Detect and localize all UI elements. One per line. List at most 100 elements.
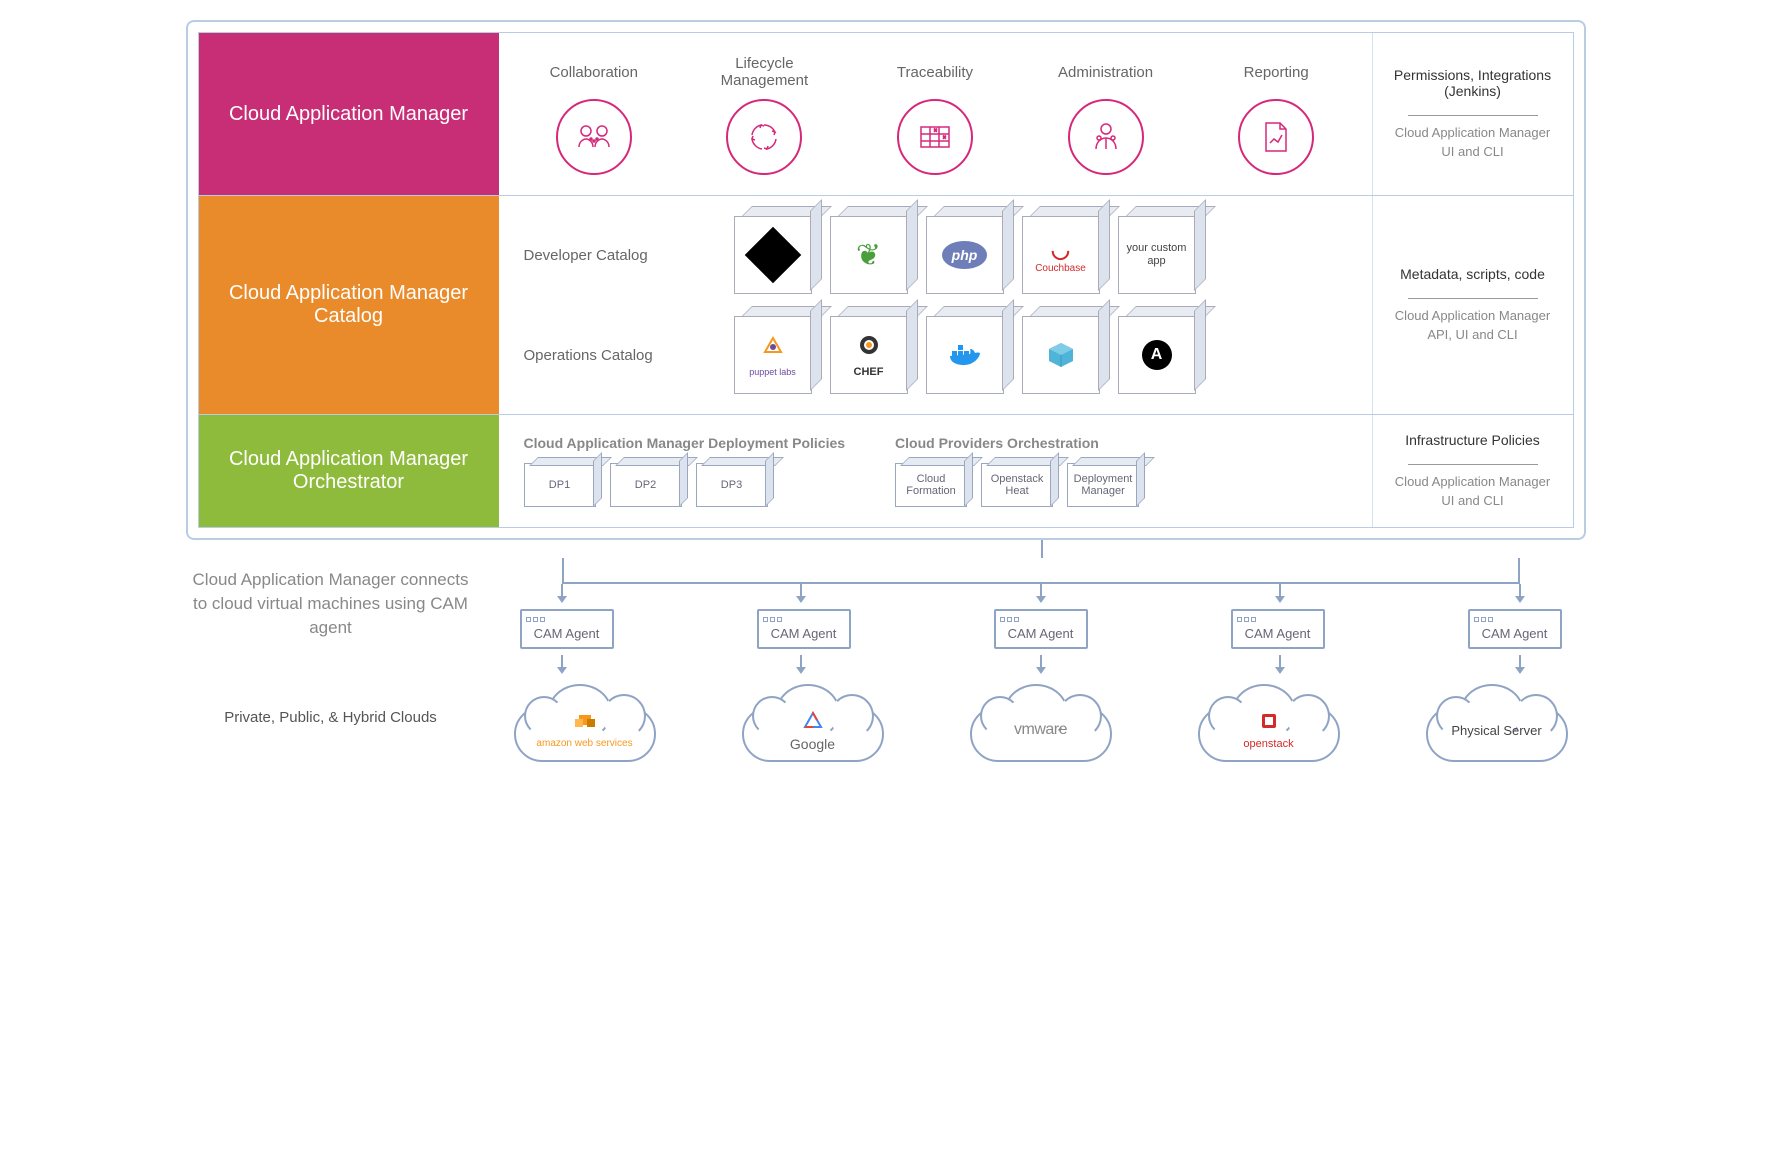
provider-box-heat: Openstack Heat	[981, 463, 1053, 507]
feature-reporting: Reporting	[1211, 53, 1341, 175]
agent-to-cloud-arrows	[556, 655, 1526, 674]
bottom-right: CAM Agent CAM Agent CAM Agent CAM Agent …	[496, 558, 1586, 762]
bottom-left-sub: Private, Public, & Hybrid Clouds	[186, 709, 476, 726]
arrow-down-icon	[1515, 667, 1525, 674]
chef-icon	[854, 333, 884, 366]
svg-text:×: ×	[934, 128, 937, 134]
sidebar-divider	[1408, 115, 1538, 116]
vmware-label: vmware	[1014, 721, 1067, 739]
sidebar-sub: Cloud Application Manager API, UI and CL…	[1388, 307, 1558, 343]
row-cam-content: Collaboration Lifecycle Management Trace…	[499, 33, 1373, 195]
sidebar-title: Metadata, scripts, code	[1388, 266, 1558, 282]
main-frame: Cloud Application Manager Collaboration …	[186, 20, 1586, 540]
row-cam: Cloud Application Manager Collaboration …	[198, 32, 1574, 196]
couchbase-icon: Couchbase	[1035, 237, 1086, 274]
ansible-icon	[1142, 340, 1172, 370]
agents-row: CAM Agent CAM Agent CAM Agent CAM Agent …	[520, 609, 1562, 649]
custom-app-label: your custom app	[1119, 238, 1195, 272]
php-icon: php	[942, 241, 988, 269]
google-icon	[799, 709, 827, 734]
developer-catalog-row: Developer Catalog ❦ php Couchbase your c…	[524, 216, 1347, 294]
catalog-box-docker	[926, 316, 1004, 394]
diagram-root: Cloud Application Manager Collaboration …	[186, 20, 1586, 762]
administration-icon	[1068, 99, 1144, 175]
arrow-down-icon	[1515, 596, 1525, 603]
cam-agent-box: CAM Agent	[520, 609, 614, 649]
mongodb-icon: ❦	[856, 238, 881, 273]
row-catalog-sidebar: Metadata, scripts, code Cloud Applicatio…	[1373, 196, 1573, 414]
feature-label: Lifecycle Management	[699, 53, 829, 91]
arrow-down-icon	[1036, 667, 1046, 674]
connector-up-line	[1041, 540, 1043, 558]
catalog-box-package	[1022, 316, 1100, 394]
git-icon	[744, 227, 801, 284]
arrow-down-icon	[557, 596, 567, 603]
clouds-row: amazon web services Google vmware openst…	[506, 680, 1576, 762]
catalog-box-git	[734, 216, 812, 294]
row-orchestrator-content: Cloud Application Manager Deployment Pol…	[499, 415, 1373, 527]
aws-icon	[571, 711, 599, 736]
arrow-down-icon	[1275, 596, 1285, 603]
deployment-policies-title: Cloud Application Manager Deployment Pol…	[524, 435, 846, 451]
cam-agent-box: CAM Agent	[757, 609, 851, 649]
feature-label: Collaboration	[529, 53, 659, 91]
sidebar-sub: Cloud Application Manager UI and CLI	[1388, 124, 1558, 160]
operations-catalog-label: Operations Catalog	[524, 347, 714, 364]
lifecycle-icon	[726, 99, 802, 175]
feature-administration: Administration	[1041, 53, 1171, 175]
feature-collaboration: Collaboration	[529, 53, 659, 175]
cloud-aws: amazon web services	[506, 680, 664, 762]
catalog-box-custom-app: your custom app	[1118, 216, 1196, 294]
row-orchestrator-label: Cloud Application Manager Orchestrator	[199, 415, 499, 527]
collaboration-icon	[556, 99, 632, 175]
catalog-box-ansible	[1118, 316, 1196, 394]
connector-bar	[562, 558, 1520, 584]
feature-label: Administration	[1041, 53, 1171, 91]
providers-orchestration-title: Cloud Providers Orchestration	[895, 435, 1139, 451]
cloud-google: Google	[734, 680, 892, 762]
feature-lifecycle: Lifecycle Management	[699, 53, 829, 175]
policy-box-dp2: DP2	[610, 463, 682, 507]
traceability-icon: ××	[897, 99, 973, 175]
cloud-openstack: openstack	[1190, 680, 1348, 762]
operations-catalog-row: Operations Catalog puppet labs CHEF	[524, 316, 1347, 394]
cam-agent-box: CAM Agent	[994, 609, 1088, 649]
svg-text:×: ×	[943, 135, 946, 141]
catalog-box-puppet: puppet labs	[734, 316, 812, 394]
reporting-icon	[1238, 99, 1314, 175]
catalog-box-php: php	[926, 216, 1004, 294]
feature-label: Traceability	[870, 53, 1000, 91]
policy-box-dp3: DP3	[696, 463, 768, 507]
bottom-left-text: Cloud Application Manager connects to cl…	[186, 568, 476, 639]
policy-box-dp1: DP1	[524, 463, 596, 507]
row-cam-label: Cloud Application Manager	[199, 33, 499, 195]
feature-label: Reporting	[1211, 53, 1341, 91]
row-orchestrator-sidebar: Infrastructure Policies Cloud Applicatio…	[1373, 415, 1573, 527]
catalog-box-chef: CHEF	[830, 316, 908, 394]
arrow-down-icon	[796, 596, 806, 603]
row-catalog: Cloud Application Manager Catalog Develo…	[198, 196, 1574, 415]
package-icon	[1044, 339, 1078, 372]
row-orchestrator: Cloud Application Manager Orchestrator C…	[198, 415, 1574, 528]
connector-down-ticks	[556, 584, 1526, 603]
developer-catalog-label: Developer Catalog	[524, 247, 714, 264]
row-catalog-content: Developer Catalog ❦ php Couchbase your c…	[499, 196, 1373, 414]
sidebar-divider	[1408, 464, 1538, 465]
sidebar-title: Infrastructure Policies	[1388, 432, 1558, 448]
deployment-policies-group: Cloud Application Manager Deployment Pol…	[524, 435, 846, 507]
provider-box-cloudformation: Cloud Formation	[895, 463, 967, 507]
arrow-down-icon	[1275, 667, 1285, 674]
cam-features: Collaboration Lifecycle Management Trace…	[524, 53, 1347, 175]
catalog-box-mongodb: ❦	[830, 216, 908, 294]
cloud-physical-server: Physical Server	[1418, 680, 1576, 762]
puppet-icon	[758, 334, 788, 367]
catalog-box-couchbase: Couchbase	[1022, 216, 1100, 294]
docker-icon	[946, 339, 984, 372]
providers-orchestration-group: Cloud Providers Orchestration Cloud Form…	[895, 435, 1139, 507]
cam-agent-box: CAM Agent	[1231, 609, 1325, 649]
openstack-icon	[1255, 711, 1283, 736]
arrow-down-icon	[557, 667, 567, 674]
feature-traceability: Traceability ××	[870, 53, 1000, 175]
sidebar-divider	[1408, 298, 1538, 299]
bottom-left: Cloud Application Manager connects to cl…	[186, 558, 496, 762]
